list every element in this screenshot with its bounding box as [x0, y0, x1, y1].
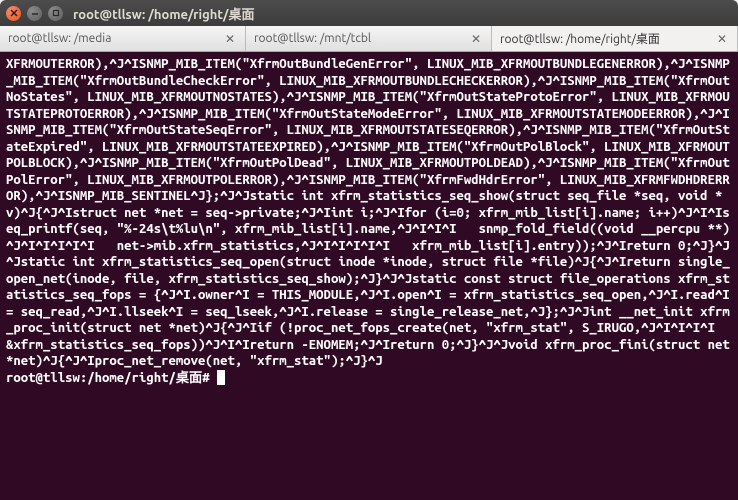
- terminal-window: root@tllsw: /home/right/桌面 root@tllsw: /…: [0, 0, 738, 500]
- window-title: root@tllsw: /home/right/桌面: [73, 4, 254, 23]
- close-icon[interactable]: ✕: [223, 32, 237, 46]
- tab-mnt-tcbl[interactable]: root@tllsw: /mnt/tcbl ✕: [246, 26, 492, 51]
- close-icon[interactable]: ✕: [469, 32, 483, 46]
- close-icon[interactable]: [6, 6, 21, 21]
- terminal-output[interactable]: XFRMOUTERROR),^J^ISNMP_MIB_ITEM("XfrmOut…: [0, 52, 738, 500]
- tab-media[interactable]: root@tllsw: /media ✕: [0, 26, 246, 51]
- prompt: root@tllsw:/home/right/桌面#: [6, 371, 217, 385]
- window-controls: [6, 6, 63, 21]
- close-icon[interactable]: ✕: [715, 32, 729, 46]
- cursor: [217, 370, 225, 385]
- tab-label: root@tllsw: /mnt/tcbl: [254, 32, 371, 45]
- tab-home-right-desktop[interactable]: root@tllsw: /home/right/桌面 ✕: [492, 26, 738, 51]
- maximize-icon[interactable]: [48, 6, 63, 21]
- minimize-icon[interactable]: [27, 6, 42, 21]
- tab-label: root@tllsw: /home/right/桌面: [500, 30, 660, 47]
- titlebar: root@tllsw: /home/right/桌面: [0, 0, 738, 26]
- tabbar: root@tllsw: /media ✕ root@tllsw: /mnt/tc…: [0, 26, 738, 52]
- terminal-content: XFRMOUTERROR),^J^ISNMP_MIB_ITEM("XfrmOut…: [6, 57, 737, 368]
- tab-label: root@tllsw: /media: [8, 32, 111, 45]
